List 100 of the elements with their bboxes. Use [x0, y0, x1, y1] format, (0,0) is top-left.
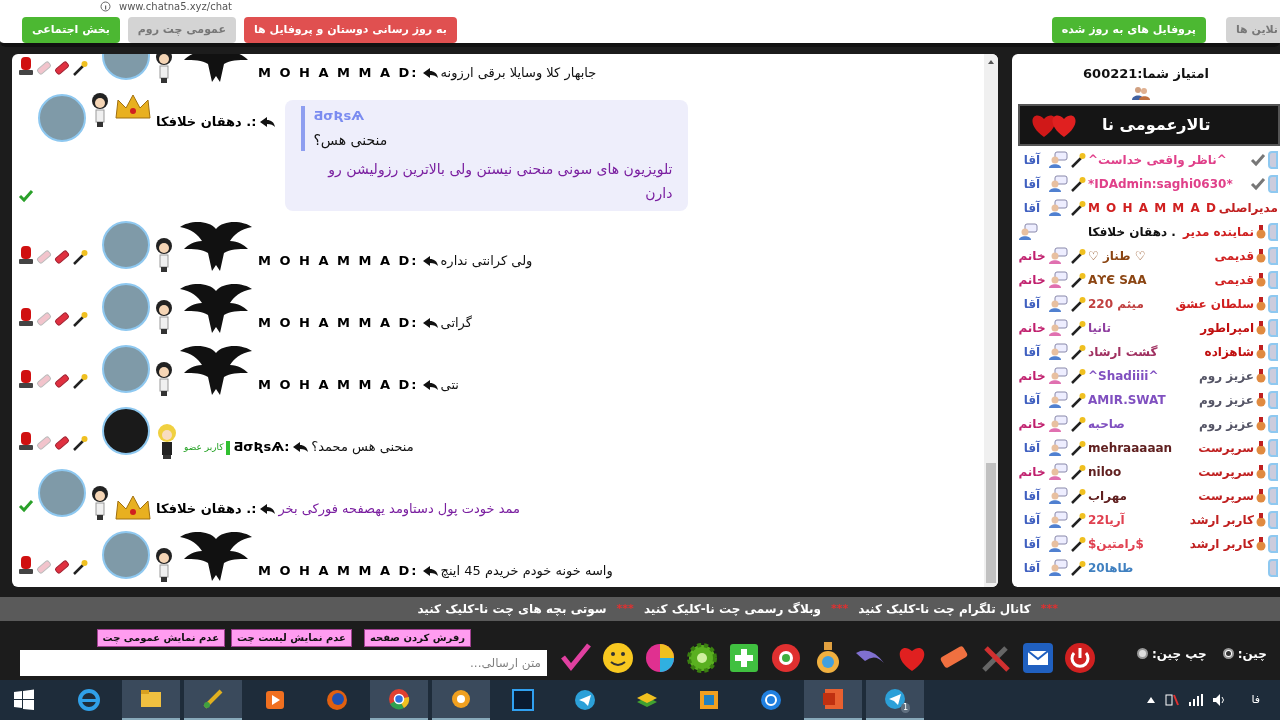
ticker-link[interactable]: کانال تلگرام چت نا-کلیک کنید	[858, 600, 1031, 619]
user-name[interactable]: دهقان خلافکا .	[1088, 222, 1181, 241]
siren-icon[interactable]	[18, 306, 34, 327]
user-row[interactable]: آقا مهراب سرپرست	[1018, 483, 1280, 508]
siren-icon[interactable]	[18, 244, 34, 265]
wand-icon[interactable]	[1070, 343, 1086, 360]
user-name[interactable]: میثم 220	[1088, 294, 1174, 313]
wand-icon[interactable]	[1070, 511, 1086, 528]
pencil-icon[interactable]	[54, 372, 70, 389]
wand-icon[interactable]	[1070, 439, 1086, 456]
user-row[interactable]: آقا طاها20	[1018, 555, 1280, 580]
user-name[interactable]: مهراب	[1088, 486, 1197, 505]
user-name[interactable]: ^Shadiiii^	[1088, 366, 1197, 385]
wand-icon[interactable]	[1070, 463, 1086, 480]
gear-icon[interactable]	[685, 640, 719, 675]
chat-user-icon[interactable]	[1048, 486, 1068, 505]
user-row[interactable]: خانم تانیا امپراطور	[1018, 315, 1280, 340]
siren-icon[interactable]	[18, 368, 34, 389]
tray-up-arrow-icon[interactable]	[1147, 697, 1156, 703]
chat-user-icon[interactable]	[1048, 510, 1068, 529]
signal-icon[interactable]	[1189, 694, 1204, 706]
chat-user-icon[interactable]	[1048, 438, 1068, 457]
pencil-icon[interactable]	[54, 558, 70, 575]
wand-icon[interactable]	[1070, 535, 1086, 552]
wand-icon[interactable]	[72, 558, 88, 575]
nav-button[interactable]: به روز رسانی دوستان و پروفایل ها	[244, 16, 457, 43]
pencil-icon[interactable]	[54, 434, 70, 451]
pencil-icon[interactable]	[54, 248, 70, 265]
user-row[interactable]: خانم ♡ طناز ♡ قدیمی	[1018, 243, 1280, 268]
wand-icon[interactable]	[1070, 559, 1086, 576]
user-name[interactable]: niloo	[1088, 462, 1197, 481]
user-name[interactable]: M O H A M M A D:	[258, 62, 419, 83]
wand-icon[interactable]	[1070, 415, 1086, 432]
chat-user-icon[interactable]	[1048, 150, 1068, 169]
chat-user-icon[interactable]	[1048, 198, 1068, 217]
wand-icon[interactable]	[1070, 367, 1086, 384]
chat-user-icon[interactable]	[1048, 390, 1068, 409]
chat-user-icon[interactable]	[1018, 222, 1038, 241]
power-icon[interactable]	[1063, 640, 1097, 675]
wand-icon[interactable]	[1070, 199, 1086, 216]
chat-user-icon[interactable]	[1048, 534, 1068, 553]
user-name[interactable]: آریا22	[1088, 510, 1188, 529]
wand-icon[interactable]	[1070, 271, 1086, 288]
user-name[interactable]: دهقان خلافکا .:	[156, 112, 257, 132]
pencil-icon[interactable]	[54, 310, 70, 327]
scrollbar[interactable]	[984, 54, 998, 588]
network-icon[interactable]	[1165, 693, 1180, 707]
chat-user-icon[interactable]	[1048, 174, 1068, 193]
user-row[interactable]: آقا آریا22 کاربر ارشد	[1018, 507, 1280, 532]
chat-user-icon[interactable]	[1048, 342, 1068, 361]
wand-icon[interactable]	[1070, 391, 1086, 408]
user-name[interactable]: ♡ طناز ♡	[1088, 246, 1213, 265]
wand-icon[interactable]	[72, 372, 88, 389]
wand-icon[interactable]	[1070, 319, 1086, 336]
wand-icon[interactable]	[72, 434, 88, 451]
user-name[interactable]: *IDAdmin:saghi0630*	[1088, 174, 1248, 193]
siren-icon[interactable]	[18, 554, 34, 575]
taskbar-app-button[interactable]	[184, 680, 242, 720]
user-name[interactable]: طاها20	[1088, 558, 1252, 577]
user-name[interactable]: تانیا	[1088, 318, 1199, 337]
user-name[interactable]: ΑϒЄ ЅΑΑ	[1088, 270, 1213, 289]
scrollbar-thumb[interactable]	[986, 463, 996, 584]
taskbar-app-button[interactable]	[122, 680, 180, 720]
user-name[interactable]: ƋσƦѕѦ:	[233, 437, 290, 457]
chat-user-icon[interactable]	[1048, 294, 1068, 313]
mail-icon[interactable]	[1021, 640, 1055, 675]
user-row[interactable]: آقا میثم 220 سلطان عشق	[1018, 291, 1280, 316]
wand-icon[interactable]	[1070, 175, 1086, 192]
ticker-link[interactable]: سوتی بچه های چت نا-کلیک کنید	[417, 600, 607, 619]
user-name[interactable]: M O H A M M A D	[1088, 198, 1217, 217]
toggle-button[interactable]: رفرش کردن صفحه	[363, 628, 471, 647]
message-input[interactable]: متن ارسالی...	[20, 649, 547, 676]
ticker-link[interactable]: وبلاگ رسمی چت نا-کلیک کنید	[643, 600, 821, 619]
toggle-button[interactable]: عدم نمایش لیست چت	[231, 628, 352, 647]
radio-button[interactable]	[1222, 648, 1234, 660]
wand-icon[interactable]	[1070, 151, 1086, 168]
user-row[interactable]: دهقان خلافکا . نماینده مدیر	[1018, 219, 1280, 244]
user-name[interactable]: گشت ارشاد	[1088, 342, 1203, 361]
wand-icon[interactable]	[72, 310, 88, 327]
photo-placeholder[interactable]	[102, 406, 150, 455]
user-row[interactable]: خانم صاحبه عزیز روم	[1018, 411, 1280, 436]
user-name[interactable]: M O H A M M A D:	[258, 251, 419, 271]
user-name[interactable]: M O H A M M A D:	[258, 561, 419, 581]
wand-icon[interactable]	[72, 60, 88, 77]
wand-icon[interactable]	[1070, 487, 1086, 504]
smiley-icon[interactable]	[601, 640, 635, 675]
user-name[interactable]: دهقان خلافکا .:	[156, 499, 257, 519]
user-name[interactable]: صاحبه	[1088, 414, 1197, 433]
pencil-icon[interactable]	[54, 60, 70, 77]
user-name[interactable]: ^ناظر واقعی خداست^	[1088, 150, 1248, 169]
siren-icon[interactable]	[18, 56, 34, 77]
taskbar-app-button[interactable]	[370, 680, 428, 720]
url-text[interactable]: www.chatna5.xyz/chat	[119, 0, 233, 13]
language-indicator[interactable]: فا	[1251, 691, 1260, 709]
chat-user-icon[interactable]	[1048, 558, 1068, 577]
wand-icon[interactable]	[1070, 295, 1086, 312]
user-name[interactable]: $رامتین$	[1088, 534, 1188, 553]
toggle-button[interactable]: عدم نمایش عمومی چت	[96, 628, 225, 647]
wand-icon[interactable]	[1070, 247, 1086, 264]
user-name[interactable]: M O H A M M A D:	[258, 313, 419, 333]
